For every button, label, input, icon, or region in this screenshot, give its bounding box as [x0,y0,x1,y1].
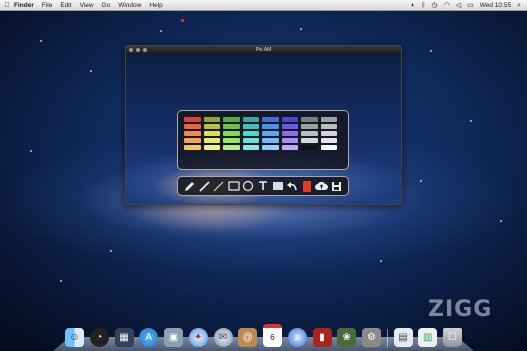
color-swatch[interactable] [301,123,318,130]
menu-help[interactable]: Help [149,2,162,9]
menu-extra-icon[interactable]: ◐ [411,2,415,9]
color-swatch[interactable] [262,130,279,137]
color-swatch[interactable] [184,130,201,137]
color-swatch[interactable] [203,137,220,144]
menu-window[interactable]: Window [118,2,141,9]
color-swatch[interactable] [242,144,259,150]
swatch-grid [184,117,342,150]
system-preferences-icon[interactable]: ⚙ [362,328,381,347]
color-swatch[interactable] [301,144,318,150]
volume-icon[interactable]: ◁ [456,2,461,9]
color-swatch[interactable] [223,144,240,150]
window-title: Pix.AM [255,47,272,53]
line-icon[interactable] [212,179,226,193]
applications-folder-icon[interactable]: ▤ [393,328,413,347]
color-swatch[interactable] [281,130,298,137]
color-swatch[interactable] [184,137,201,144]
color-swatch[interactable] [320,130,337,137]
color-swatch[interactable] [281,117,298,123]
address-book-icon[interactable]: @ [238,328,258,347]
color-swatch[interactable] [203,144,220,150]
dashboard-icon[interactable]: ◔ [89,328,109,347]
rectangle-icon[interactable] [227,179,241,193]
app-store-icon[interactable]: A [139,328,159,347]
time-machine-icon[interactable]: ◷ [432,2,438,9]
menu-edit[interactable]: Edit [60,2,71,9]
mission-control-icon[interactable]: ▦ [114,328,134,347]
color-swatch[interactable] [281,137,298,144]
menu-finder[interactable]: Finder [14,2,34,9]
drawing-toolbar [177,176,349,196]
dock-separator [386,329,388,347]
photo-booth-icon[interactable]: ▮ [312,328,332,347]
menu-view[interactable]: View [80,2,94,9]
menu-bar:  Finder File Edit View Go Window Help ◐… [0,0,527,11]
color-swatch[interactable] [184,144,201,150]
color-swatch[interactable] [301,130,318,137]
color-swatch[interactable] [223,130,240,137]
color-swatch[interactable] [184,117,201,123]
color-swatch[interactable] [242,130,259,137]
color-swatch[interactable] [281,123,298,130]
ellipse-icon[interactable] [241,179,255,193]
red-dot-marker [181,19,184,22]
color-swatch[interactable] [203,123,220,130]
documents-folder-icon[interactable]: ▥ [418,328,438,347]
color-swatch[interactable] [203,117,220,123]
dock-icons: ☺ ◔ ▦ A ▣ ✦ ✉ @ 6 ♫ ▮ ❀ ⚙ ▤ ▥ ☐ [65,324,462,347]
menu-go[interactable]: Go [102,2,111,9]
color-swatch[interactable] [301,137,318,144]
pencil-icon[interactable] [182,179,196,193]
undo-icon[interactable] [285,179,299,193]
dock: ☺ ◔ ▦ A ▣ ✦ ✉ @ 6 ♫ ▮ ❀ ⚙ ▤ ▥ ☐ [53,321,474,351]
apple-icon[interactable]:  [0,2,14,9]
safari-icon[interactable]: ✦ [188,328,208,347]
color-swatch[interactable] [320,137,337,144]
color-swatch[interactable] [184,123,201,130]
color-swatch[interactable] [242,137,259,144]
color-palette [177,110,349,170]
preview-icon[interactable]: ▣ [164,328,183,347]
zigg-watermark: ZIGG [428,297,493,322]
color-swatch[interactable] [262,144,279,150]
color-swatch[interactable] [320,144,337,150]
spotlight-search-icon[interactable]: ⌕ [517,2,521,9]
color-swatch[interactable] [203,130,220,137]
color-swatch[interactable] [320,123,337,130]
color-swatch[interactable] [223,117,240,123]
color-swatch[interactable] [223,123,240,130]
upload-cloud-icon[interactable] [315,179,329,193]
iphoto-icon[interactable]: ❀ [337,328,357,347]
brush-icon[interactable] [197,179,211,193]
save-icon[interactable] [330,179,344,193]
ical-icon[interactable]: 6 [263,324,282,347]
color-swatch[interactable] [320,117,337,123]
menu-file[interactable]: File [42,2,52,9]
color-swatch[interactable] [262,137,279,144]
wifi-icon[interactable]: ◠ [444,2,450,9]
color-swatch[interactable] [262,117,279,123]
battery-icon[interactable]: ▭ [467,2,474,9]
color-swatch[interactable] [301,117,318,123]
bluetooth-icon[interactable]: ᛒ [421,2,425,9]
color-swatch[interactable] [262,123,279,130]
trash-icon[interactable]: ☐ [443,328,462,347]
itunes-icon[interactable]: ♫ [287,328,307,347]
window-titlebar[interactable]: Pix.AM [126,46,401,54]
text-icon[interactable] [256,179,270,193]
color-swatch[interactable] [223,137,240,144]
finder-icon[interactable]: ☺ [65,328,84,347]
color-swatch[interactable] [242,123,259,130]
color-swatch[interactable] [281,144,298,150]
mail-icon[interactable]: ✉ [213,328,233,347]
color-well-icon[interactable] [300,179,314,193]
fill-rect-icon[interactable] [271,179,285,193]
color-swatch[interactable] [242,117,259,123]
clock[interactable]: Wed 10:55 [480,2,511,9]
